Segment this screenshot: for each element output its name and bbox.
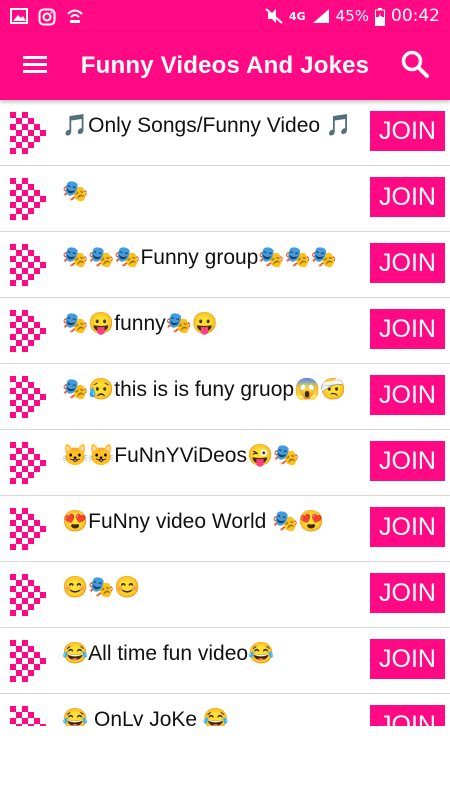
- group-name: 🎭🎭🎭Funny group🎭🎭🎭: [62, 246, 337, 269]
- app-logo-icon: [10, 504, 54, 556]
- join-button[interactable]: JOIN: [370, 177, 445, 217]
- page-title: Funny Videos And Jokes: [80, 52, 370, 79]
- list-item[interactable]: 😂 OnLy JoKe 😂 JOIN: [0, 694, 450, 726]
- join-button[interactable]: JOIN: [370, 243, 445, 283]
- menu-button[interactable]: [0, 32, 70, 100]
- join-button[interactable]: JOIN: [370, 573, 445, 613]
- group-name: 😺😺FuNnYViDeos😜🎭: [62, 444, 300, 467]
- list-item[interactable]: 🎭🎭🎭Funny group🎭🎭🎭 JOIN: [0, 232, 450, 298]
- instagram-notification-icon: [38, 8, 56, 26]
- group-name: 🎭😥this is is funy gruop😱🤕: [62, 378, 347, 401]
- group-name: 😂 OnLy JoKe 😂: [62, 708, 230, 726]
- list-item[interactable]: 😂All time fun video😂 JOIN: [0, 628, 450, 694]
- gallery-notification-icon: [10, 8, 28, 24]
- battery-charging-icon: [375, 8, 385, 26]
- join-button[interactable]: JOIN: [370, 639, 445, 679]
- app-logo-icon: [10, 702, 54, 726]
- search-icon: [400, 49, 430, 83]
- app-logo-icon: [10, 438, 54, 490]
- join-button[interactable]: JOIN: [370, 375, 445, 415]
- join-button[interactable]: JOIN: [370, 111, 445, 151]
- group-name: 😍FuNny video World 🎭😍: [62, 510, 325, 533]
- hamburger-menu-icon: [22, 54, 48, 78]
- join-button[interactable]: JOIN: [370, 705, 445, 726]
- mute-icon: [265, 8, 283, 24]
- list-item[interactable]: 😊🎭😊 JOIN: [0, 562, 450, 628]
- app-logo-icon: [10, 306, 54, 358]
- join-button[interactable]: JOIN: [370, 441, 445, 481]
- app-logo-icon: [10, 636, 54, 688]
- join-button[interactable]: JOIN: [370, 507, 445, 547]
- list-item[interactable]: 😺😺FuNnYViDeos😜🎭 JOIN: [0, 430, 450, 496]
- app-bar: Funny Videos And Jokes: [0, 32, 450, 100]
- network-type: 4G: [288, 9, 306, 23]
- group-list: 🎵Only Songs/Funny Video 🎵 JOIN 🎭 JOIN 🎭🎭…: [0, 100, 450, 726]
- search-button[interactable]: [380, 32, 450, 100]
- wifi-hotspot-icon: [66, 8, 84, 24]
- list-item[interactable]: 🎭😥this is is funy gruop😱🤕 JOIN: [0, 364, 450, 430]
- group-name: 🎭: [62, 180, 89, 203]
- list-item[interactable]: 🎭 JOIN: [0, 166, 450, 232]
- group-name: 😂All time fun video😂: [62, 642, 275, 665]
- app-logo-icon: [10, 108, 54, 160]
- app-logo-icon: [10, 240, 54, 292]
- clock: 00:42: [391, 6, 440, 26]
- app-logo-icon: [10, 570, 54, 622]
- group-name: 🎵Only Songs/Funny Video 🎵: [62, 114, 353, 137]
- group-name: 🎭😛funny🎭😛: [62, 312, 218, 335]
- app-logo-icon: [10, 372, 54, 424]
- app-logo-icon: [10, 174, 54, 226]
- signal-icon: [312, 8, 330, 24]
- battery-percent: 45%: [335, 7, 369, 25]
- join-button[interactable]: JOIN: [370, 309, 445, 349]
- status-bar: 4G 45% 00:42: [0, 0, 450, 32]
- list-item[interactable]: 😍FuNny video World 🎭😍 JOIN: [0, 496, 450, 562]
- list-item[interactable]: 🎭😛funny🎭😛 JOIN: [0, 298, 450, 364]
- list-item[interactable]: 🎵Only Songs/Funny Video 🎵 JOIN: [0, 100, 450, 166]
- group-name: 😊🎭😊: [62, 576, 141, 599]
